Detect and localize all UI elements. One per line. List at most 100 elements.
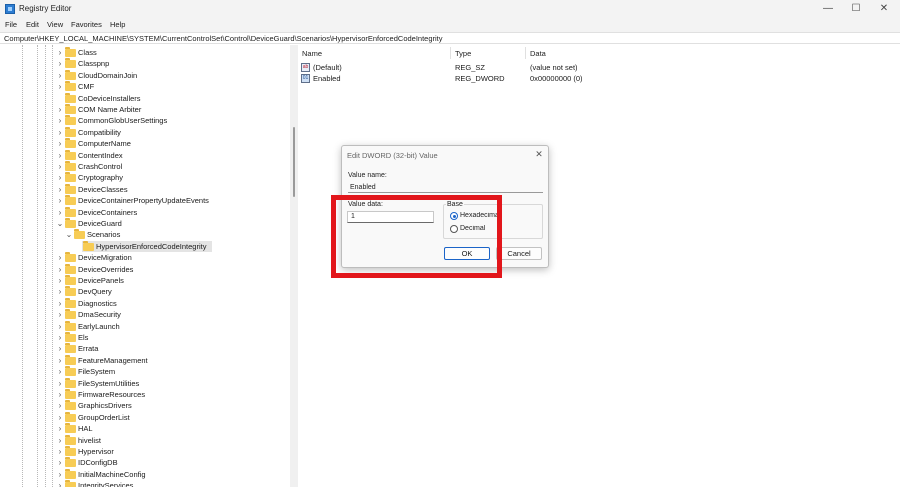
column-divider[interactable] (450, 47, 451, 59)
tree-item[interactable]: › CMF (0, 81, 290, 92)
chevron-right-icon[interactable]: › (56, 480, 64, 487)
menu-edit[interactable]: Edit (26, 20, 39, 29)
cancel-button[interactable]: Cancel (496, 247, 542, 260)
chevron-right-icon[interactable]: › (56, 150, 64, 161)
menu-view[interactable]: View (47, 20, 63, 29)
tree-item[interactable]: › Compatibility (0, 126, 290, 138)
chevron-right-icon[interactable]: › (56, 332, 64, 343)
chevron-right-icon[interactable]: › (56, 389, 64, 400)
tree-item[interactable]: › EarlyLaunch (0, 320, 290, 332)
chevron-right-icon[interactable]: › (56, 195, 64, 206)
tree-item[interactable]: › Diagnostics (0, 297, 290, 309)
tree-item[interactable]: › COM Name Arbiter (0, 104, 290, 115)
tree-item[interactable]: › Class (0, 47, 290, 58)
tree-item[interactable]: › HAL (0, 423, 290, 434)
chevron-right-icon[interactable]: › (56, 161, 64, 172)
chevron-right-icon[interactable]: › (56, 115, 64, 126)
chevron-right-icon[interactable]: › (56, 138, 64, 149)
tree-item[interactable]: › DevQuery (0, 286, 290, 297)
chevron-right-icon[interactable]: › (56, 400, 64, 411)
tree-item[interactable]: HypervisorEnforcedCodeIntegrity (0, 240, 290, 252)
chevron-right-icon[interactable]: › (56, 252, 64, 263)
tree-item[interactable]: CoDeviceInstallers (0, 92, 290, 104)
tree-item[interactable]: › Els (0, 332, 290, 343)
chevron-right-icon[interactable]: › (56, 275, 64, 286)
chevron-right-icon[interactable]: › (56, 207, 64, 218)
chevron-right-icon[interactable]: › (56, 286, 64, 297)
column-divider[interactable] (525, 47, 526, 59)
tree-item[interactable]: › DeviceMigration (0, 252, 290, 263)
chevron-right-icon[interactable]: › (56, 469, 64, 480)
chevron-right-icon[interactable]: › (56, 127, 64, 138)
value-data: 0x00000000 (0) (530, 74, 583, 83)
tree-item[interactable]: › Classpnp (0, 58, 290, 69)
tree-item[interactable]: › IDConfigDB (0, 457, 290, 468)
chevron-right-icon[interactable]: › (56, 355, 64, 366)
menu-file[interactable]: File (5, 20, 17, 29)
registry-tree[interactable]: › Class › Classpnp › CloudDomainJoin › CMF CoDev… (0, 45, 290, 487)
chevron-right-icon[interactable]: › (56, 378, 64, 389)
tree-item[interactable]: › FirmwareResources (0, 389, 290, 400)
dialog-close-icon[interactable]: ✕ (532, 148, 546, 160)
tree-item[interactable]: › GraphicsDrivers (0, 400, 290, 411)
chevron-right-icon[interactable]: › (56, 184, 64, 195)
chevron-right-icon[interactable]: › (56, 423, 64, 434)
tree-item[interactable]: › CommonGlobUserSettings (0, 115, 290, 126)
tree-item[interactable]: ⌄ DeviceGuard (0, 218, 290, 229)
tree-item[interactable]: › InitialMachineConfig (0, 468, 290, 480)
tree-item[interactable]: › ContentIndex (0, 149, 290, 161)
pane-splitter[interactable] (290, 45, 298, 487)
scrollbar-thumb[interactable] (293, 127, 295, 197)
chevron-right-icon[interactable]: › (56, 309, 64, 320)
chevron-down-icon[interactable]: ⌄ (56, 218, 64, 229)
tree-item[interactable]: › FeatureManagement (0, 354, 290, 366)
tree-item[interactable]: › Errata (0, 343, 290, 354)
tree-item[interactable]: › FileSystem (0, 366, 290, 377)
value-row[interactable]: 01 Enabled REG_DWORD 0x00000000 (0) (298, 73, 898, 84)
tree-item[interactable]: ⌄ Scenarios (0, 229, 290, 240)
menu-help[interactable]: Help (110, 20, 125, 29)
chevron-right-icon[interactable]: › (56, 172, 64, 183)
chevron-right-icon[interactable]: › (56, 298, 64, 309)
tree-item[interactable]: › Hypervisor (0, 446, 290, 457)
tree-item[interactable]: › DevicePanels (0, 275, 290, 286)
column-header-name[interactable]: Name (302, 49, 322, 58)
address-bar[interactable]: Computer\HKEY_LOCAL_MACHINE\SYSTEM\Curre… (0, 32, 900, 44)
tree-item[interactable]: › Cryptography (0, 172, 290, 183)
chevron-right-icon[interactable]: › (56, 58, 64, 69)
chevron-right-icon[interactable]: › (56, 435, 64, 446)
address-path[interactable]: Computer\HKEY_LOCAL_MACHINE\SYSTEM\Curre… (4, 34, 443, 43)
chevron-right-icon[interactable]: › (56, 446, 64, 457)
tree-item[interactable]: › DeviceContainers (0, 206, 290, 218)
string-value-icon: ab (301, 63, 310, 72)
maximize-button[interactable]: ☐ (842, 0, 870, 18)
tree-item[interactable]: › CrashControl (0, 161, 290, 172)
chevron-right-icon[interactable]: › (56, 70, 64, 81)
tree-item[interactable]: › FileSystemUtilities (0, 377, 290, 389)
chevron-down-icon[interactable]: ⌄ (65, 229, 73, 240)
chevron-right-icon[interactable]: › (56, 264, 64, 275)
tree-item[interactable]: › GroupOrderList (0, 411, 290, 423)
tree-item[interactable]: › IntegrityServices (0, 480, 290, 487)
tree-item[interactable]: › CloudDomainJoin (0, 69, 290, 81)
tree-item[interactable]: › DeviceClasses (0, 183, 290, 195)
chevron-right-icon[interactable]: › (56, 47, 64, 58)
chevron-right-icon[interactable]: › (56, 366, 64, 377)
chevron-right-icon[interactable]: › (56, 343, 64, 354)
tree-item[interactable]: › ComputerName (0, 138, 290, 149)
tree-item[interactable]: › DmaSecurity (0, 309, 290, 320)
chevron-right-icon[interactable]: › (56, 412, 64, 423)
tree-item[interactable]: › DeviceContainerPropertyUpdateEvents (0, 195, 290, 206)
value-row[interactable]: ab (Default) REG_SZ (value not set) (298, 62, 898, 73)
chevron-right-icon[interactable]: › (56, 457, 64, 468)
chevron-right-icon[interactable]: › (56, 104, 64, 115)
chevron-right-icon[interactable]: › (56, 321, 64, 332)
column-header-type[interactable]: Type (455, 49, 471, 58)
close-button[interactable]: ✕ (870, 0, 898, 18)
chevron-right-icon[interactable]: › (56, 81, 64, 92)
tree-item[interactable]: › DeviceOverrides (0, 263, 290, 275)
menu-favorites[interactable]: Favorites (71, 20, 102, 29)
column-header-data[interactable]: Data (530, 49, 546, 58)
minimize-button[interactable]: — (814, 0, 842, 18)
tree-item[interactable]: › hivelist (0, 434, 290, 446)
